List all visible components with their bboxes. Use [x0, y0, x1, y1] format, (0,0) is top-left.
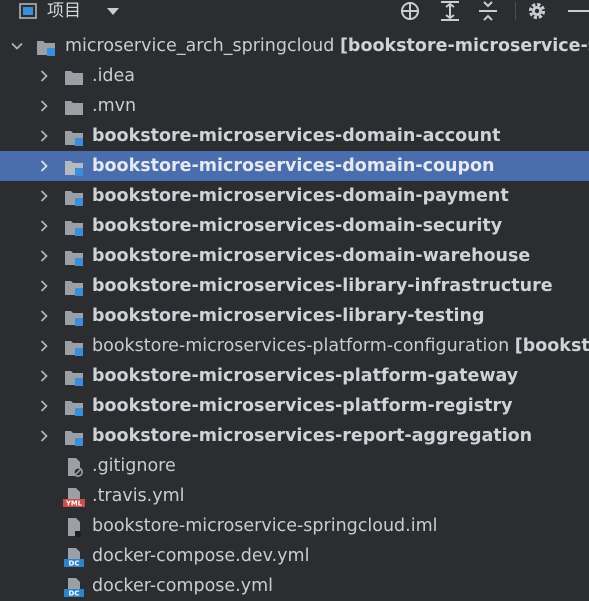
chevron-right-icon[interactable]: [38, 310, 50, 322]
yml-file-icon: YML: [63, 488, 85, 508]
project-view-icon[interactable]: [19, 3, 37, 19]
tree-item-label: bookstore-microservices-domain-security: [92, 216, 503, 236]
folder-icon: [65, 101, 83, 115]
chevron-right-icon[interactable]: [38, 160, 50, 172]
chevron-right-icon[interactable]: [38, 400, 50, 412]
tree-item-label: bookstore-microservices-domain-payment: [92, 186, 509, 206]
module-folder-icon: [65, 311, 83, 326]
module-folder-icon: [65, 161, 83, 176]
tree-item-label: bookstore-microservices-library-testing: [92, 306, 485, 326]
tree-item-domain-payment[interactable]: bookstore-microservices-domain-payment: [0, 181, 589, 211]
module-folder-icon: [65, 371, 83, 386]
tool-window-header: 项目: [0, 0, 589, 24]
tree-item-platform-gateway[interactable]: bookstore-microservices-platform-gateway: [0, 361, 589, 391]
module-folder-icon: [65, 251, 83, 266]
tree-file-label: bookstore-microservice-springcloud.iml: [92, 516, 438, 536]
tree-file-iml[interactable]: bookstore-microservice-springcloud.iml: [0, 511, 589, 541]
tree-item-domain-coupon[interactable]: bookstore-microservices-domain-coupon: [0, 151, 589, 181]
module-folder-icon: [65, 401, 83, 416]
tree-file-docker-compose-dev[interactable]: DC docker-compose.dev.yml: [0, 541, 589, 571]
chevron-right-icon[interactable]: [38, 370, 50, 382]
chevron-right-icon[interactable]: [38, 280, 50, 292]
tree-item-label: .idea: [92, 66, 136, 86]
collapse-all-icon[interactable]: [476, 0, 500, 22]
module-folder-icon: [65, 221, 83, 236]
module-folder-icon: [65, 131, 83, 146]
expand-all-icon[interactable]: [438, 0, 462, 22]
gear-icon[interactable]: [525, 0, 549, 22]
minimize-icon[interactable]: [565, 0, 589, 22]
chevron-right-icon[interactable]: [38, 190, 50, 202]
root-name: microservice_arch_springcloud: [65, 36, 335, 56]
tree-item-label: bookstore-microservices-domain-coupon: [92, 156, 495, 176]
chevron-right-icon[interactable]: [38, 220, 50, 232]
tree-item-label: .mvn: [92, 96, 137, 116]
docker-compose-file-icon: DC: [64, 578, 84, 598]
tree-item-label: bookstore-microservices-platform-configu…: [92, 336, 510, 356]
iml-file-icon: [68, 518, 81, 537]
tree-item-tag: [bookstor: [514, 336, 589, 356]
module-folder-icon: [65, 431, 83, 446]
root-tag: [bookstore-microservice-spr: [339, 36, 589, 56]
chevron-right-icon[interactable]: [38, 340, 50, 352]
docker-compose-file-icon: DC: [64, 548, 84, 568]
tree-item-label: bookstore-microservices-domain-account: [92, 126, 501, 146]
tree-item-library-testing[interactable]: bookstore-microservices-library-testing: [0, 301, 589, 331]
tree-item-domain-security[interactable]: bookstore-microservices-domain-security: [0, 211, 589, 241]
project-tree: microservice_arch_springcloud [bookstore…: [0, 31, 589, 601]
tree-item-platform-registry[interactable]: bookstore-microservices-platform-registr…: [0, 391, 589, 421]
folder-icon: [65, 71, 83, 85]
module-folder-icon: [65, 341, 83, 356]
chevron-right-icon[interactable]: [38, 430, 50, 442]
tree-file-gitignore[interactable]: .gitignore: [0, 451, 589, 481]
tree-item-library-infrastructure[interactable]: bookstore-microservices-library-infrastr…: [0, 271, 589, 301]
caret-down-icon[interactable]: [104, 4, 122, 18]
tree-file-label: .gitignore: [92, 456, 176, 476]
dc-badge-text: DC: [69, 590, 80, 598]
tree-item-label: bookstore-microservices-domain-warehouse: [92, 246, 531, 266]
chevron-right-icon[interactable]: [38, 250, 50, 262]
project-tool-window: 项目 microservice_arch_springcloud [bookst…: [0, 0, 589, 601]
dc-badge-text: DC: [69, 560, 80, 568]
tree-item-label: bookstore-microservices-library-infrastr…: [92, 276, 553, 296]
tree-item-domain-account[interactable]: bookstore-microservices-domain-account: [0, 121, 589, 151]
tree-item-label: bookstore-microservices-platform-registr…: [92, 396, 513, 416]
chevron-right-icon[interactable]: [38, 70, 50, 82]
yml-badge-text: YML: [65, 500, 83, 508]
tree-file-docker-compose[interactable]: DC docker-compose.yml: [0, 571, 589, 601]
tree-file-label: docker-compose.yml: [92, 576, 274, 596]
chevron-right-icon[interactable]: [38, 130, 50, 142]
tree-item-label: bookstore-microservices-report-aggregati…: [92, 426, 533, 446]
tree-item-report-aggregation[interactable]: bookstore-microservices-report-aggregati…: [0, 421, 589, 451]
module-folder-icon: [65, 281, 83, 296]
module-folder-icon: [37, 41, 55, 56]
gitignore-file-icon: [68, 458, 83, 477]
module-folder-icon: [65, 191, 83, 206]
tree-item-label-group: bookstore-microservices-platform-configu…: [92, 331, 589, 361]
toolbar-separator: [515, 2, 516, 20]
tree-item-idea[interactable]: .idea: [0, 61, 589, 91]
chevron-down-icon[interactable]: [11, 40, 23, 52]
locate-icon[interactable]: [398, 0, 422, 22]
tree-file-travis[interactable]: YML .travis.yml: [0, 481, 589, 511]
tree-root-row[interactable]: microservice_arch_springcloud [bookstore…: [0, 31, 589, 61]
tool-window-title[interactable]: 项目: [47, 1, 81, 21]
chevron-right-icon[interactable]: [38, 100, 50, 112]
tree-item-platform-configuration[interactable]: bookstore-microservices-platform-configu…: [0, 331, 589, 361]
tree-item-label: bookstore-microservices-platform-gateway: [92, 366, 519, 386]
tree-root-label: microservice_arch_springcloud [bookstore…: [65, 31, 589, 61]
tree-item-domain-warehouse[interactable]: bookstore-microservices-domain-warehouse: [0, 241, 589, 271]
tree-file-label: .travis.yml: [92, 486, 185, 506]
tree-file-label: docker-compose.dev.yml: [92, 546, 310, 566]
tree-item-mvn[interactable]: .mvn: [0, 91, 589, 121]
